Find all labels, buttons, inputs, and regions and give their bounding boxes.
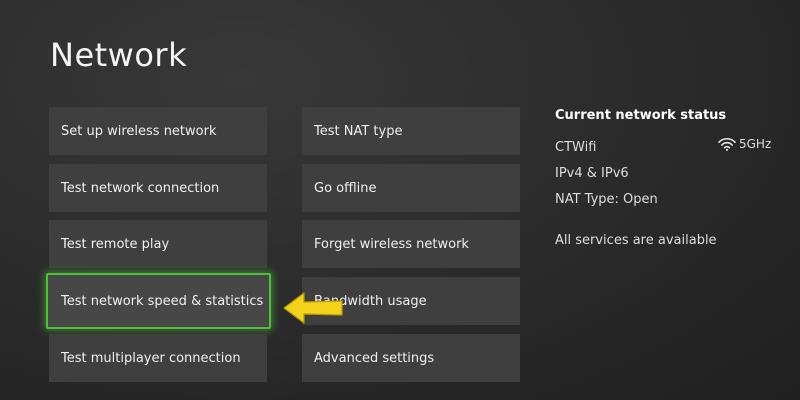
tile-label: Test network connection <box>61 180 220 196</box>
set-up-wireless-network-button[interactable]: Set up wireless network <box>49 107 267 155</box>
pointer-arrow-icon <box>283 292 343 324</box>
network-status-heading: Current network status <box>555 108 727 123</box>
test-network-speed-button[interactable]: Test network speed & statistics <box>46 273 271 329</box>
test-remote-play-button[interactable]: Test remote play <box>49 220 267 268</box>
tile-label: Forget wireless network <box>314 236 469 252</box>
tile-label: Test multiplayer connection <box>61 350 241 366</box>
nat-type: NAT Type: Open <box>555 192 658 207</box>
tile-label: Advanced settings <box>314 350 435 366</box>
band-label: 5GHz <box>739 137 772 151</box>
forget-wireless-network-button[interactable]: Forget wireless network <box>302 220 520 268</box>
services-status: All services are available <box>555 233 717 248</box>
advanced-settings-button[interactable]: Advanced settings <box>302 334 520 382</box>
test-nat-type-button[interactable]: Test NAT type <box>302 107 520 155</box>
tile-label: Set up wireless network <box>61 123 217 139</box>
test-multiplayer-connection-button[interactable]: Test multiplayer connection <box>49 334 267 382</box>
tile-label: Test network speed & statistics <box>61 293 264 309</box>
tile-label: Go offline <box>314 180 377 196</box>
page-title: Network <box>50 36 188 74</box>
ip-version: IPv4 & IPv6 <box>555 166 629 181</box>
network-name: CTWifi <box>555 140 597 155</box>
test-network-connection-button[interactable]: Test network connection <box>49 164 267 212</box>
network-band: 5GHz <box>718 137 771 151</box>
wifi-icon <box>718 138 736 151</box>
go-offline-button[interactable]: Go offline <box>302 164 520 212</box>
tile-label: Test NAT type <box>314 123 403 139</box>
tile-label: Test remote play <box>61 236 170 252</box>
